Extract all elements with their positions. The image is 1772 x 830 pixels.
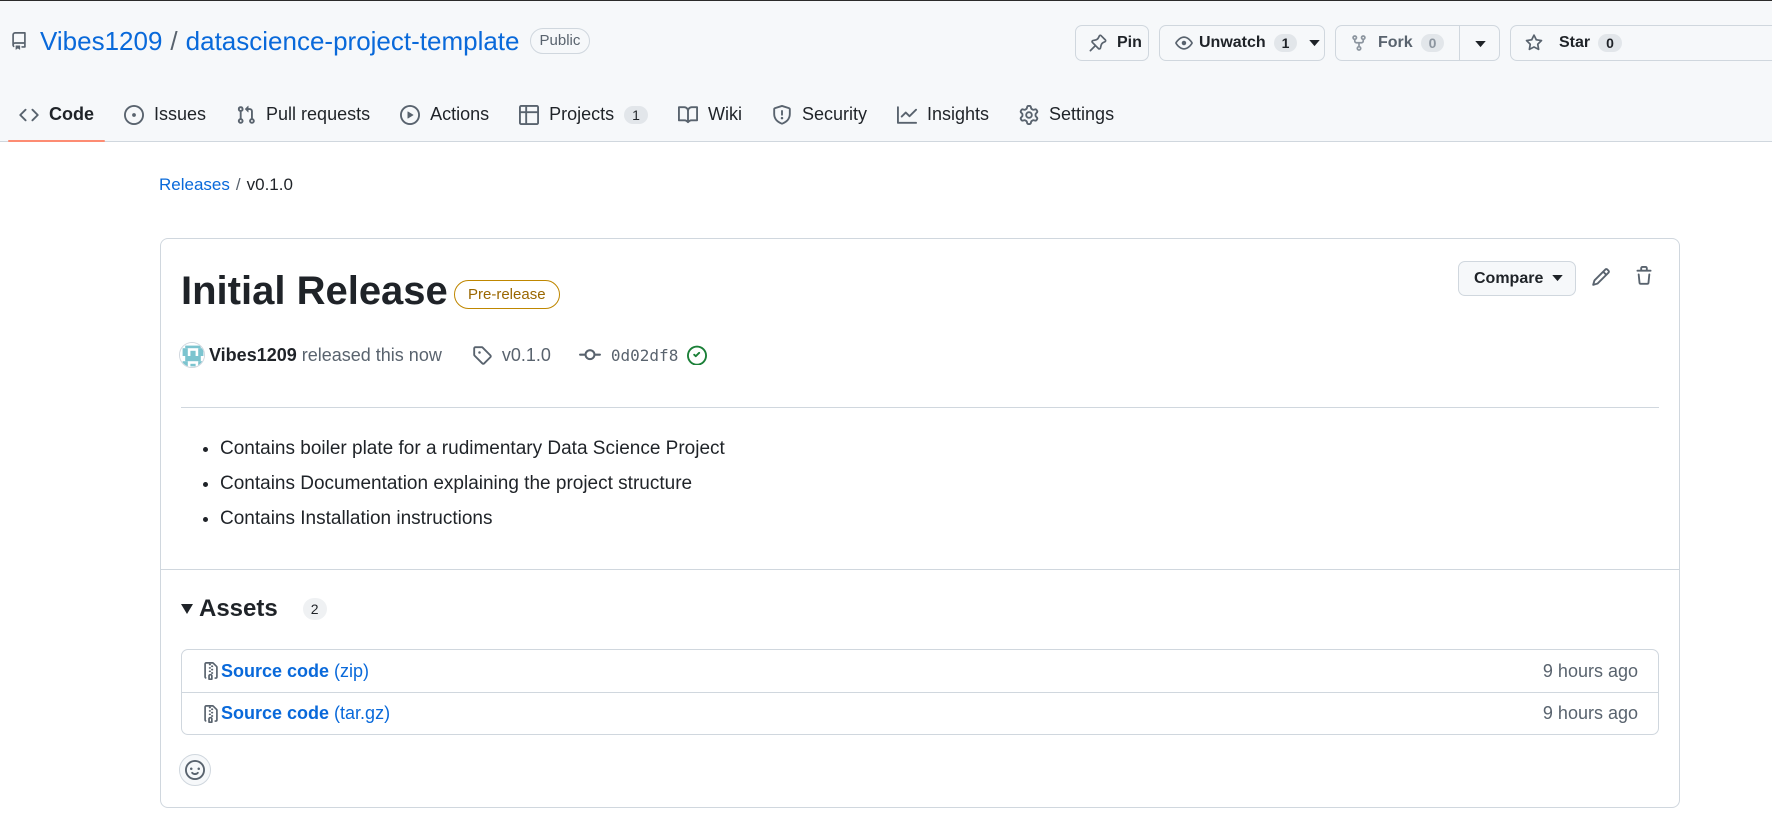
tab-label: Security	[801, 104, 867, 124]
repo-tabs: Code Issues Pull requests Actions Projec…	[8, 87, 1133, 142]
release-author-link[interactable]: Vibes1209	[209, 345, 297, 366]
repo-header: Vibes1209 / datascience-project-template…	[0, 1, 1772, 142]
file-zip-icon	[202, 704, 220, 724]
pull-request-icon	[236, 105, 256, 125]
list-item: Contains boiler plate for a rudimentary …	[220, 431, 725, 466]
tab-label: Pull requests	[266, 104, 371, 124]
graph-icon	[896, 105, 917, 125]
release-card: Initial Release Pre-release Compare Vibe…	[160, 238, 1680, 808]
list-item: Contains Installation instructions	[220, 501, 725, 536]
assets-list: Source code (zip) 9 hours ago Source cod…	[181, 649, 1659, 735]
tab-insights[interactable]: Insights	[886, 87, 1000, 142]
issue-icon	[124, 104, 144, 125]
avatar[interactable]	[179, 342, 205, 368]
book-icon	[677, 105, 698, 125]
watch-label: Unwatch	[1199, 34, 1266, 51]
tab-label: Settings	[1049, 104, 1115, 124]
smiley-icon	[185, 760, 205, 780]
fork-dropdown-caret-icon[interactable]	[1460, 26, 1500, 62]
asset-time: 9 hours ago	[1542, 660, 1638, 681]
tab-label: Code	[49, 104, 94, 124]
repo-title: Vibes1209 / datascience-project-template…	[10, 25, 591, 57]
tab-label: Insights	[926, 104, 990, 124]
assets-count: 2	[302, 598, 327, 620]
repo-owner-link[interactable]: Vibes1209	[40, 26, 162, 57]
code-icon	[19, 105, 39, 125]
commit-sha-link[interactable]: 0d02df8	[611, 346, 678, 365]
tab-label: Wiki	[707, 104, 742, 124]
release-meta: Vibes1209 released this now v0.1.0 0d02d…	[179, 341, 708, 369]
tab-security[interactable]: Security	[761, 87, 878, 142]
tab-actions[interactable]: Actions	[389, 87, 500, 142]
commit-icon	[578, 344, 601, 366]
release-divider	[181, 407, 1659, 408]
tab-label: Issues	[154, 104, 207, 124]
released-text: released this now	[301, 344, 442, 365]
compare-button[interactable]: Compare	[1458, 261, 1576, 296]
breadcrumb-current: v0.1.0	[246, 175, 293, 194]
gear-icon	[1019, 104, 1039, 125]
asset-ext[interactable]: (zip)	[334, 661, 369, 682]
tab-settings[interactable]: Settings	[1008, 87, 1125, 142]
star-icon	[1525, 34, 1543, 52]
asset-ext[interactable]: (tar.gz)	[334, 703, 390, 724]
tag-icon	[472, 345, 492, 365]
breadcrumb-separator: /	[235, 175, 241, 194]
play-icon	[400, 104, 421, 125]
asset-time: 9 hours ago	[1542, 703, 1638, 723]
release-tag-link[interactable]: v0.1.0	[502, 345, 551, 366]
tab-issues[interactable]: Issues	[113, 87, 217, 142]
star-count: 0	[1598, 34, 1622, 52]
compare-label: Compare	[1474, 269, 1544, 287]
assets-title: Assets	[199, 595, 278, 622]
check-circle-icon[interactable]	[687, 345, 708, 365]
visibility-badge: Public	[529, 28, 591, 54]
watch-count: 1	[1273, 34, 1298, 52]
star-label: Star	[1559, 34, 1591, 51]
repo-icon	[10, 32, 28, 50]
pin-button[interactable]: Pin	[1075, 25, 1149, 61]
shield-icon	[772, 104, 792, 125]
file-zip-icon	[202, 661, 220, 681]
pin-label: Pin	[1117, 34, 1142, 51]
release-title: Initial Release	[181, 269, 448, 313]
breadcrumb: Releases / v0.1.0	[159, 175, 293, 195]
tab-label: Actions	[430, 104, 490, 124]
star-button[interactable]: Star 0	[1510, 25, 1772, 61]
tab-label: Projects	[549, 104, 615, 124]
repo-name-link[interactable]: datascience-project-template	[186, 26, 520, 57]
triangle-down-icon	[181, 604, 193, 614]
fork-button-group: Fork 0	[1335, 25, 1500, 61]
watch-caret-icon	[1309, 39, 1321, 47]
tab-projects[interactable]: Projects 1	[508, 87, 659, 142]
watch-button[interactable]: Unwatch 1	[1159, 25, 1325, 61]
projects-count: 1	[624, 105, 648, 124]
breadcrumb-releases-link[interactable]: Releases	[159, 175, 230, 194]
tab-code[interactable]: Code	[8, 87, 105, 142]
fork-count: 0	[1420, 34, 1445, 52]
assets-toggle[interactable]: Assets 2	[181, 595, 327, 623]
tab-wiki[interactable]: Wiki	[667, 87, 753, 142]
pencil-icon[interactable]	[1591, 267, 1611, 287]
compare-caret-icon	[1552, 275, 1563, 282]
pin-icon	[1089, 34, 1107, 52]
eye-icon	[1175, 34, 1193, 52]
release-notes: Contains boiler plate for a rudimentary …	[220, 431, 725, 536]
asset-link-zip[interactable]: Source code	[221, 661, 329, 682]
asset-link-tar-gz[interactable]: Source code	[221, 703, 329, 724]
add-reaction-button[interactable]	[179, 754, 211, 786]
tab-pull-requests[interactable]: Pull requests	[225, 87, 381, 142]
assets-divider	[161, 569, 1679, 570]
prerelease-badge: Pre-release	[454, 280, 560, 309]
repo-separator: /	[170, 25, 178, 56]
list-item: Source code (tar.gz) 9 hours ago	[182, 692, 1658, 734]
list-item: Source code (zip) 9 hours ago	[182, 650, 1658, 692]
fork-icon	[1350, 34, 1368, 52]
fork-label[interactable]: Fork	[1378, 34, 1413, 52]
trash-icon[interactable]	[1634, 266, 1654, 286]
list-item: Contains Documentation explaining the pr…	[220, 466, 725, 501]
table-icon	[519, 104, 540, 125]
